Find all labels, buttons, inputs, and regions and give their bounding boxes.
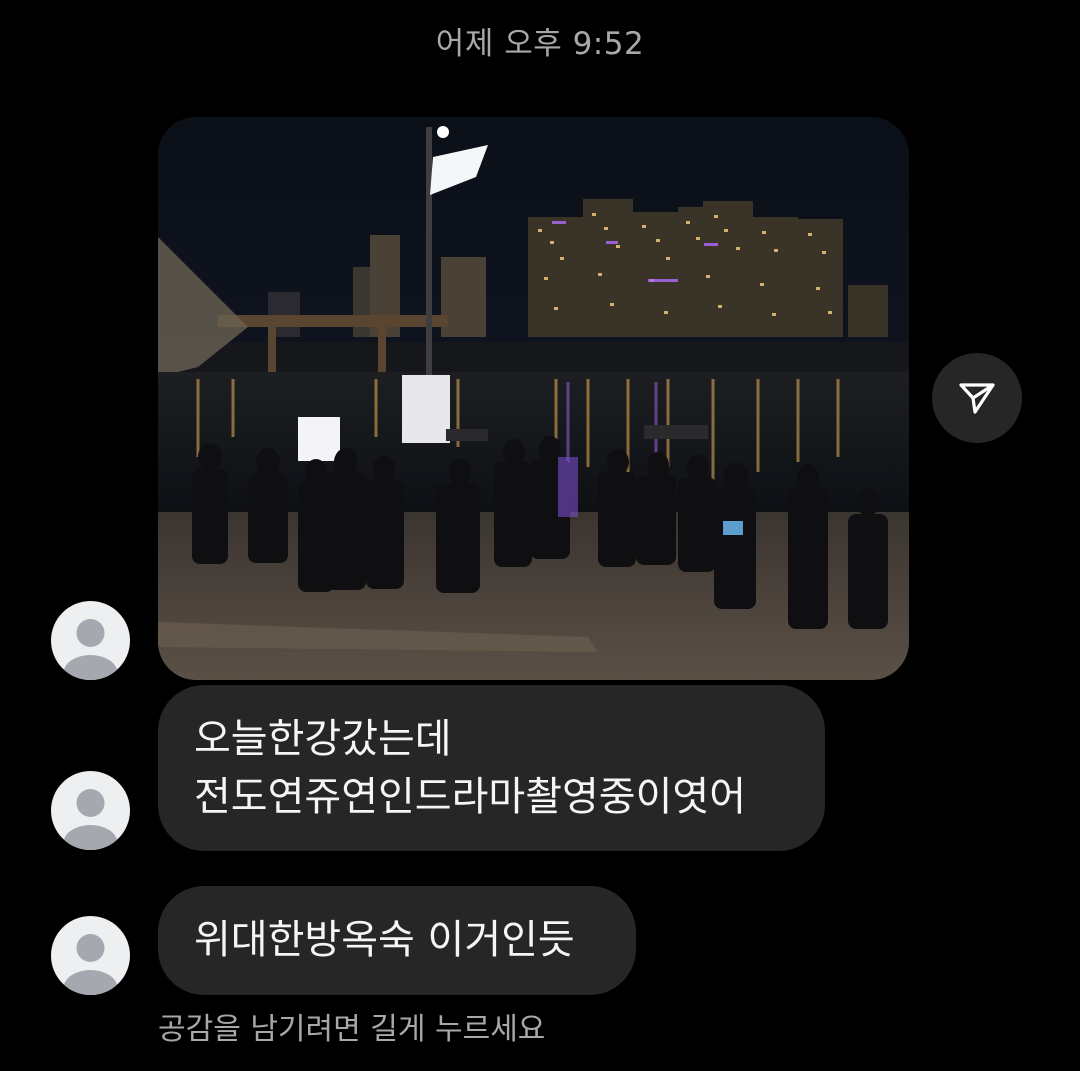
sender-avatar[interactable] bbox=[51, 771, 130, 850]
send-icon bbox=[959, 383, 995, 414]
message-text-line: 오늘한강갔는데 bbox=[194, 716, 452, 762]
message-bubble[interactable]: 오늘한강갔는데 전도연쥬연인드라마촬영중이엿어 bbox=[158, 685, 825, 851]
message-text-line: 전도연쥬연인드라마촬영중이엿어 bbox=[194, 774, 746, 820]
photo-message[interactable] bbox=[158, 117, 909, 680]
default-avatar-icon bbox=[63, 789, 118, 850]
share-button[interactable] bbox=[932, 353, 1022, 443]
sender-avatar[interactable] bbox=[51, 916, 130, 995]
reaction-hint: 공감을 남기려면 길게 누르세요 bbox=[158, 1012, 546, 1047]
message-bubble[interactable]: 위대한방옥숙 이거인듯 bbox=[158, 886, 636, 995]
message-text-line: 위대한방옥숙 이거인듯 bbox=[194, 917, 575, 963]
photo-image bbox=[158, 117, 909, 680]
default-avatar-icon bbox=[63, 619, 118, 680]
default-avatar-icon bbox=[63, 934, 118, 995]
message-timestamp: 어제 오후 9:52 bbox=[435, 26, 645, 62]
sender-avatar[interactable] bbox=[51, 601, 130, 680]
